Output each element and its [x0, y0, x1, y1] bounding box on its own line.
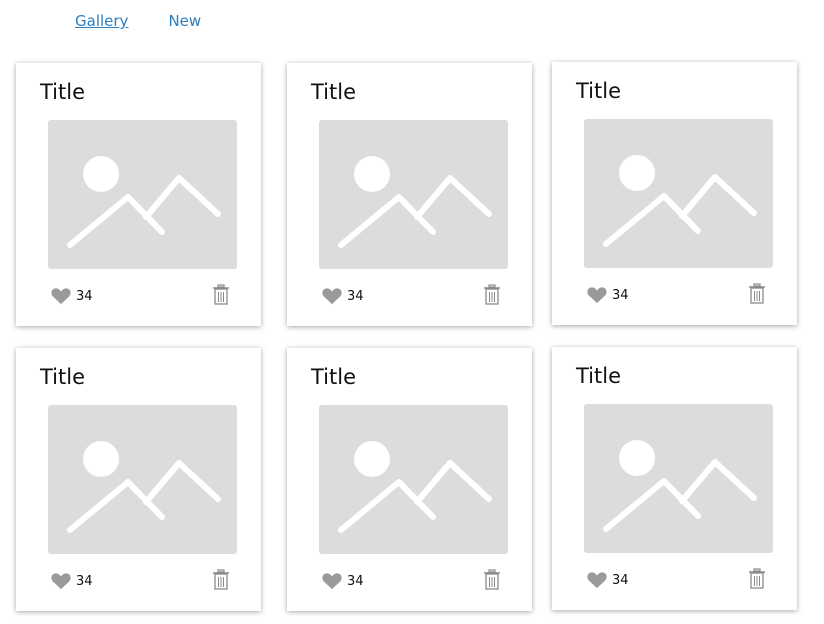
gallery-card[interactable]: Title 34	[552, 62, 797, 325]
like-count: 34	[347, 573, 364, 589]
like-count: 34	[612, 287, 629, 303]
like-button[interactable]: 34	[50, 572, 93, 590]
image-placeholder-icon	[48, 405, 237, 554]
like-count: 34	[76, 288, 93, 304]
image-placeholder-icon	[584, 119, 773, 268]
trash-icon[interactable]	[748, 568, 766, 590]
like-count: 34	[347, 288, 364, 304]
image-placeholder-icon	[319, 405, 508, 554]
image-placeholder-icon	[584, 404, 773, 553]
image-placeholder-icon	[48, 120, 237, 269]
gallery-card[interactable]: Title 34	[16, 348, 261, 611]
trash-icon[interactable]	[212, 284, 230, 306]
like-button[interactable]: 34	[321, 572, 364, 590]
like-button[interactable]: 34	[586, 286, 629, 304]
trash-icon[interactable]	[483, 569, 501, 591]
card-title: Title	[576, 364, 622, 388]
trash-icon[interactable]	[748, 283, 766, 305]
like-button[interactable]: 34	[586, 571, 629, 589]
card-title: Title	[311, 365, 357, 389]
top-nav: Gallery New	[75, 12, 201, 30]
image-placeholder-icon	[319, 120, 508, 269]
heart-icon	[587, 572, 607, 589]
gallery-card[interactable]: Title 34	[287, 348, 532, 611]
heart-icon	[51, 288, 71, 305]
heart-icon	[51, 573, 71, 590]
card-title: Title	[311, 80, 357, 104]
card-title: Title	[40, 80, 86, 104]
card-title: Title	[576, 79, 622, 103]
card-title: Title	[40, 365, 86, 389]
gallery-card[interactable]: Title 34	[552, 347, 797, 610]
gallery-card[interactable]: Title 34	[287, 63, 532, 326]
trash-icon[interactable]	[212, 569, 230, 591]
like-count: 34	[612, 572, 629, 588]
trash-icon[interactable]	[483, 284, 501, 306]
gallery-card[interactable]: Title 34	[16, 63, 261, 326]
heart-icon	[587, 287, 607, 304]
nav-link-new[interactable]: New	[168, 12, 201, 30]
heart-icon	[322, 288, 342, 305]
nav-link-gallery[interactable]: Gallery	[75, 12, 128, 30]
heart-icon	[322, 573, 342, 590]
like-count: 34	[76, 573, 93, 589]
like-button[interactable]: 34	[50, 287, 93, 305]
like-button[interactable]: 34	[321, 287, 364, 305]
